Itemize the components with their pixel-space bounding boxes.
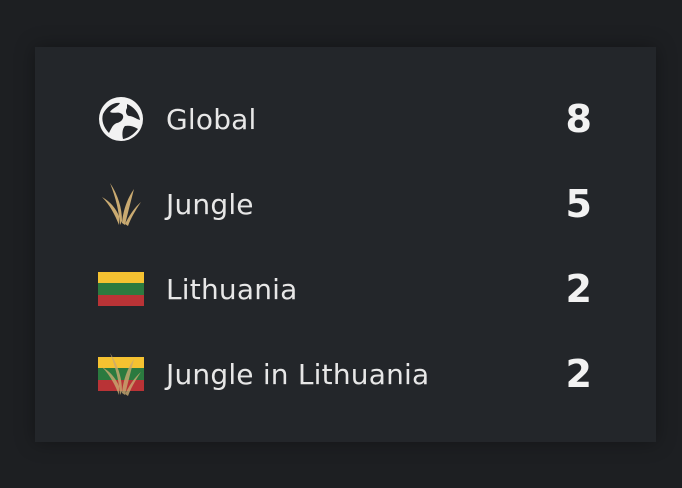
rank-row-jungle-lithuania[interactable]: Jungle in Lithuania 2 xyxy=(98,344,592,404)
globe-icon xyxy=(98,96,144,142)
jungle-icon xyxy=(98,181,144,227)
rank-label: Lithuania xyxy=(166,272,298,306)
rank-label: Jungle in Lithuania xyxy=(166,357,430,391)
rank-count: 2 xyxy=(565,267,592,311)
rank-label: Jungle xyxy=(166,187,254,221)
rank-row-global[interactable]: Global 8 xyxy=(98,89,592,149)
rank-count: 8 xyxy=(565,97,592,141)
rank-label: Global xyxy=(166,102,257,136)
rank-count: 2 xyxy=(565,352,592,396)
rank-count: 5 xyxy=(565,182,592,226)
jungle-lithuania-icon xyxy=(98,351,144,397)
rank-row-jungle[interactable]: Jungle 5 xyxy=(98,174,592,234)
rank-row-lithuania[interactable]: Lithuania 2 xyxy=(98,259,592,319)
lithuania-flag-icon xyxy=(98,266,144,312)
rank-panel: Global 8 Jungle 5 Lithuania 2 Jungle in … xyxy=(35,47,656,442)
lithuania-flag xyxy=(98,272,144,306)
